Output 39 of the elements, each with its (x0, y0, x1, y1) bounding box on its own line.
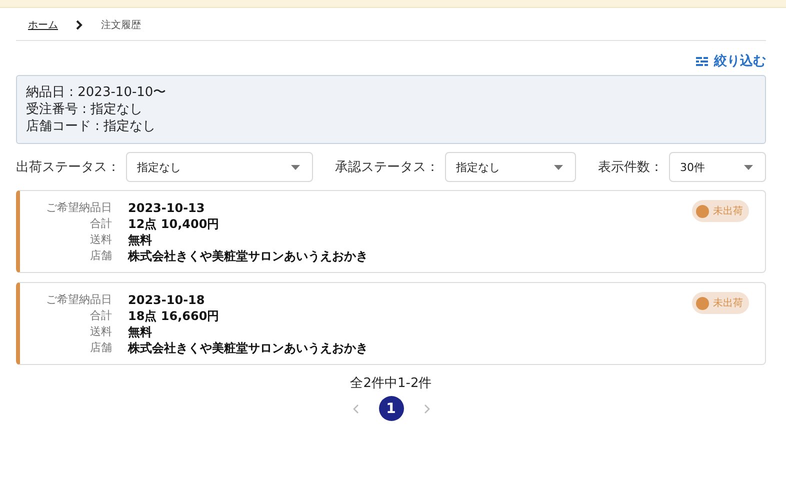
breadcrumb-link[interactable]: ホーム (28, 18, 58, 32)
field-value: 2023-10-13 (128, 200, 206, 216)
chevron-right-icon (76, 20, 83, 30)
order-card[interactable]: ご希望納品日 2023-10-13 合計 12点 10,400円 送料 無料 店舗 株式会社きくや美粧堂サロンあいうえおかき 未出荷 (16, 190, 766, 273)
sliders-icon (696, 56, 708, 66)
status-badge: 未出荷 (692, 292, 749, 314)
field-value: 無料 (128, 324, 153, 340)
field-label: 店舗 (89, 340, 112, 356)
select-label: 表示件数： (598, 159, 663, 176)
dropdown-select[interactable]: 指定なし (445, 152, 576, 182)
status-badge: 未出荷 (692, 200, 749, 222)
breadcrumb-current: 注文履歴 (101, 18, 141, 32)
order-card[interactable]: ご希望納品日 2023-10-18 合計 18点 16,660円 送料 無料 店舗 株式会社きくや美粧堂サロンあいうえおかき 未出荷 (16, 282, 766, 365)
pagination-summary: 全2件中1-2件 (350, 375, 432, 392)
page-button[interactable]: 1 (378, 396, 404, 421)
field-value: 株式会社きくや美粧堂サロンあいうえおかき (128, 340, 368, 356)
summary-text: 店舗コード : 指定なし (26, 118, 157, 135)
dropdown-select[interactable]: 30件 (669, 152, 766, 182)
summary-text: 納品日 : 2023-10-10〜 (26, 84, 168, 101)
field-value: 無料 (128, 232, 153, 248)
caret-icon (554, 164, 563, 170)
field-label: 送料 (89, 324, 112, 340)
field-value: 株式会社きくや美粧堂サロンあいうえおかき (128, 248, 368, 264)
dropdown-select[interactable]: 指定なし (126, 152, 313, 182)
field-value: 2023-10-18 (128, 292, 206, 308)
select-label: 承認ステータス： (335, 159, 439, 176)
filter-button[interactable]: 絞り込む (696, 52, 766, 70)
field-value: 12点 10,400円 (128, 216, 220, 232)
field-label: 店舗 (89, 248, 112, 264)
field-label: 送料 (89, 232, 112, 248)
field-label: 合計 (89, 308, 112, 324)
summary-text: 受注番号 : 指定なし (26, 101, 144, 118)
caret-icon (744, 164, 753, 170)
select-label: 出荷ステータス： (16, 159, 120, 176)
field-value: 18点 16,660円 (128, 308, 220, 324)
caret-icon (291, 164, 300, 170)
field-label: ご希望納品日 (45, 200, 112, 216)
field-label: ご希望納品日 (45, 292, 112, 308)
field-label: 合計 (89, 216, 112, 232)
